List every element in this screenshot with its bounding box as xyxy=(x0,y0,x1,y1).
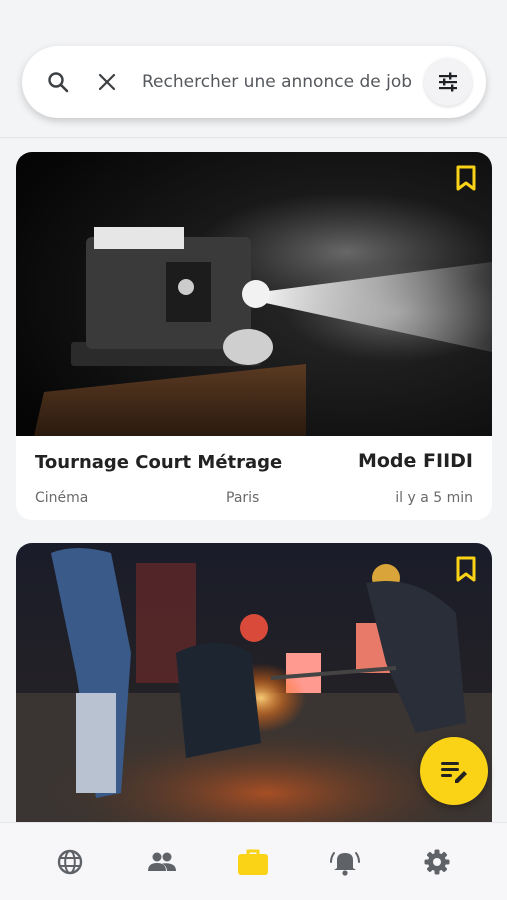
bottom-nav xyxy=(0,822,507,900)
edit-note-icon xyxy=(441,762,467,783)
search-bar[interactable]: Rechercher une annonce de job xyxy=(22,46,486,118)
company-name: Mode FIIDI xyxy=(357,450,473,472)
notification-bell-icon xyxy=(330,851,361,876)
clear-icon[interactable] xyxy=(94,46,120,118)
bookmark-icon[interactable] xyxy=(454,164,478,192)
search-input[interactable]: Rechercher une annonce de job xyxy=(142,46,412,118)
search-icon[interactable] xyxy=(44,46,72,118)
posted-time: il y a 5 min xyxy=(395,490,473,506)
tune-icon xyxy=(439,72,457,92)
settings-gear-icon xyxy=(424,849,450,874)
bookmark-icon[interactable] xyxy=(454,555,478,583)
nav-item-settings[interactable] xyxy=(409,826,465,898)
foundry-workers-photo xyxy=(16,543,492,843)
nav-item-jobs[interactable] xyxy=(225,826,281,898)
people-icon xyxy=(147,852,176,871)
create-post-button[interactable] xyxy=(420,737,488,805)
film-projector-photo xyxy=(16,152,492,436)
job-card[interactable] xyxy=(16,543,492,843)
job-card[interactable]: Tournage Court Métrage Mode FIIDI Cinéma… xyxy=(16,152,492,520)
search-header: Rechercher une annonce de job xyxy=(0,0,507,138)
briefcase-icon xyxy=(238,849,269,875)
job-title: Tournage Court Métrage xyxy=(35,452,283,473)
job-location: Paris xyxy=(226,490,260,506)
job-category: Cinéma xyxy=(35,490,89,506)
nav-item-explore[interactable] xyxy=(42,826,98,898)
filter-button[interactable] xyxy=(424,58,472,106)
nav-item-notifications[interactable] xyxy=(317,826,373,898)
globe-icon xyxy=(57,849,83,874)
nav-item-community[interactable] xyxy=(134,826,190,898)
